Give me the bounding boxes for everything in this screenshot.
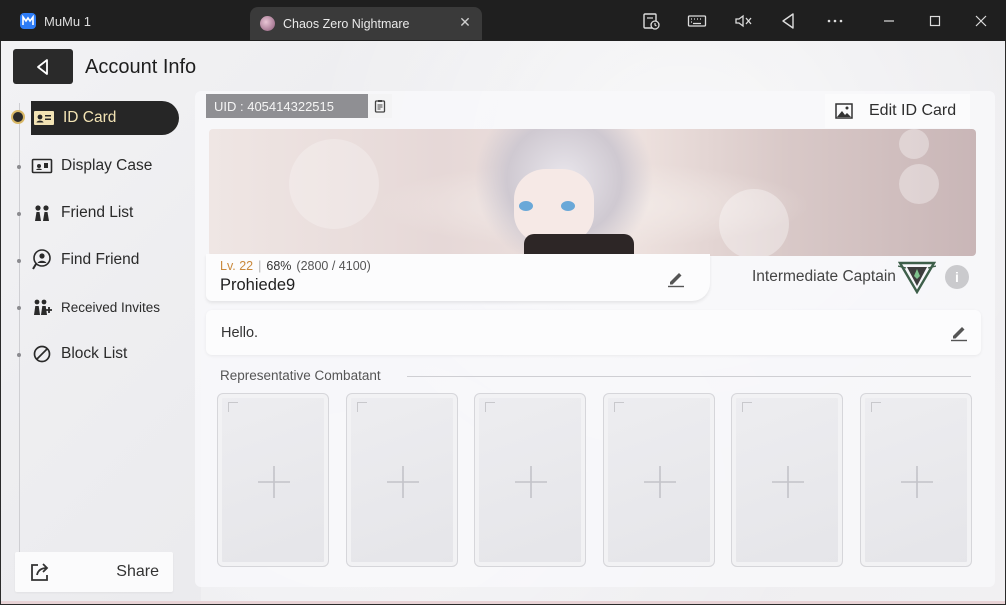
player-card: Lv. 22 | 68% (2800 / 4100) Prohiede9 (206, 254, 710, 301)
game-tab[interactable]: Chaos Zero Nightmare ✕ (250, 7, 482, 40)
more-icon[interactable] (824, 10, 846, 32)
sidebar-item-label: Friend List (61, 204, 134, 221)
active-indicator-icon (11, 110, 25, 124)
maximize-icon[interactable] (924, 10, 946, 32)
close-icon[interactable] (970, 10, 992, 32)
character-eye (561, 201, 575, 211)
greeting-text: Hello. (221, 325, 259, 341)
sidebar-item-label: Block List (61, 345, 128, 362)
uid-field: UID : 405414322515 (206, 94, 392, 118)
character-collar (524, 234, 634, 256)
back-button[interactable] (13, 49, 73, 84)
mute-icon[interactable] (732, 10, 754, 32)
slot-corner (871, 402, 881, 412)
sidebar-item-display-case[interactable]: Display Case (31, 149, 179, 183)
sidebar-item-label: Display Case (61, 157, 153, 174)
id-card-icon (33, 107, 55, 129)
level-text: Lv. 22 (220, 259, 254, 273)
character-eye (519, 201, 533, 211)
greeting-card: Hello. (206, 310, 981, 355)
rank-emblem-icon (898, 261, 936, 294)
sidebar-item-label: Received Invites (61, 299, 161, 315)
section-divider (407, 376, 971, 377)
bokeh (719, 189, 789, 256)
game-icon (260, 16, 275, 31)
nav-dot (17, 306, 21, 310)
add-plus-icon (258, 466, 290, 498)
combatant-slot-3[interactable] (474, 393, 586, 567)
bokeh (899, 129, 929, 159)
uid-text: UID : 405414322515 (214, 98, 334, 114)
player-name: Prohiede9 (220, 276, 296, 294)
add-plus-icon (901, 466, 933, 498)
sidebar-rail (19, 103, 20, 583)
bokeh (899, 164, 939, 204)
game-viewport: Account Info ID Card Display Case Friend… (1, 41, 1005, 604)
copy-uid-button[interactable] (368, 94, 392, 118)
window-titlebar: MuMu 1 Chaos Zero Nightmare ✕ (0, 0, 1006, 41)
level-row: Lv. 22 | 68% (2800 / 4100) (220, 259, 371, 273)
profile-banner-image (209, 129, 976, 256)
slot-corner (357, 402, 367, 412)
slot-corner (485, 402, 495, 412)
sidebar-item-find-friend[interactable]: Find Friend (31, 243, 179, 277)
image-icon (835, 103, 853, 119)
nav-dot (17, 353, 21, 357)
page-title: Account Info (85, 56, 197, 78)
edit-id-card-label: Edit ID Card (869, 102, 957, 119)
app-title: MuMu 1 (44, 13, 91, 29)
find-friend-icon (31, 249, 53, 271)
add-plus-icon (515, 466, 547, 498)
rank-title: Intermediate Captain (752, 268, 896, 285)
block-icon (31, 343, 53, 365)
friends-icon (31, 202, 53, 224)
share-label: Share (116, 563, 159, 580)
sidebar-item-label: Find Friend (61, 251, 140, 268)
tab-close-icon[interactable]: ✕ (458, 15, 472, 29)
exp-values: (2800 / 4100) (296, 259, 371, 273)
slot-corner (742, 402, 752, 412)
share-icon (31, 563, 49, 581)
bokeh (289, 139, 379, 229)
invites-icon (31, 296, 53, 318)
slot-corner (614, 402, 624, 412)
combatant-section-title: Representative Combatant (220, 368, 381, 383)
sidebar-item-block-list[interactable]: Block List (31, 337, 179, 371)
add-plus-icon (387, 466, 419, 498)
back-arrow-icon (37, 58, 48, 75)
game-tab-title: Chaos Zero Nightmare (283, 16, 410, 31)
copy-icon (374, 100, 386, 113)
rank-info-icon[interactable]: i (945, 265, 969, 289)
minimize-icon[interactable] (878, 10, 900, 32)
combatant-slot-5[interactable] (731, 393, 843, 567)
slot-corner (228, 402, 238, 412)
add-plus-icon (772, 466, 804, 498)
share-button[interactable]: Share (15, 552, 173, 592)
nav-dot (17, 165, 21, 169)
sidebar-item-label: ID Card (63, 109, 117, 126)
edit-name-pencil-icon[interactable] (666, 268, 686, 288)
combatant-slot-4[interactable] (603, 393, 715, 567)
screenshot-record-icon[interactable] (640, 10, 662, 32)
combatant-slot-6[interactable] (860, 393, 972, 567)
mumu-logo-icon (20, 13, 36, 29)
nav-dot (17, 212, 21, 216)
level-separator: | (258, 259, 262, 273)
nav-dot (17, 259, 21, 263)
display-case-icon (31, 155, 53, 177)
edit-id-card-button[interactable]: Edit ID Card (825, 94, 970, 128)
sidebar-item-id-card[interactable]: ID Card (31, 101, 179, 135)
sidebar-item-friend-list[interactable]: Friend List (31, 196, 179, 230)
combatant-slot-2[interactable] (346, 393, 458, 567)
combatant-slot-1[interactable] (217, 393, 329, 567)
window-bottom-border (1, 601, 1005, 604)
back-triangle-icon[interactable] (777, 10, 799, 32)
add-plus-icon (644, 466, 676, 498)
sidebar-item-received-invites[interactable]: Received Invites (31, 290, 179, 324)
app-tab[interactable]: MuMu 1 (10, 6, 240, 36)
keyboard-icon[interactable] (686, 10, 708, 32)
edit-greeting-pencil-icon[interactable] (949, 322, 969, 342)
exp-percent: 68% (266, 259, 292, 273)
